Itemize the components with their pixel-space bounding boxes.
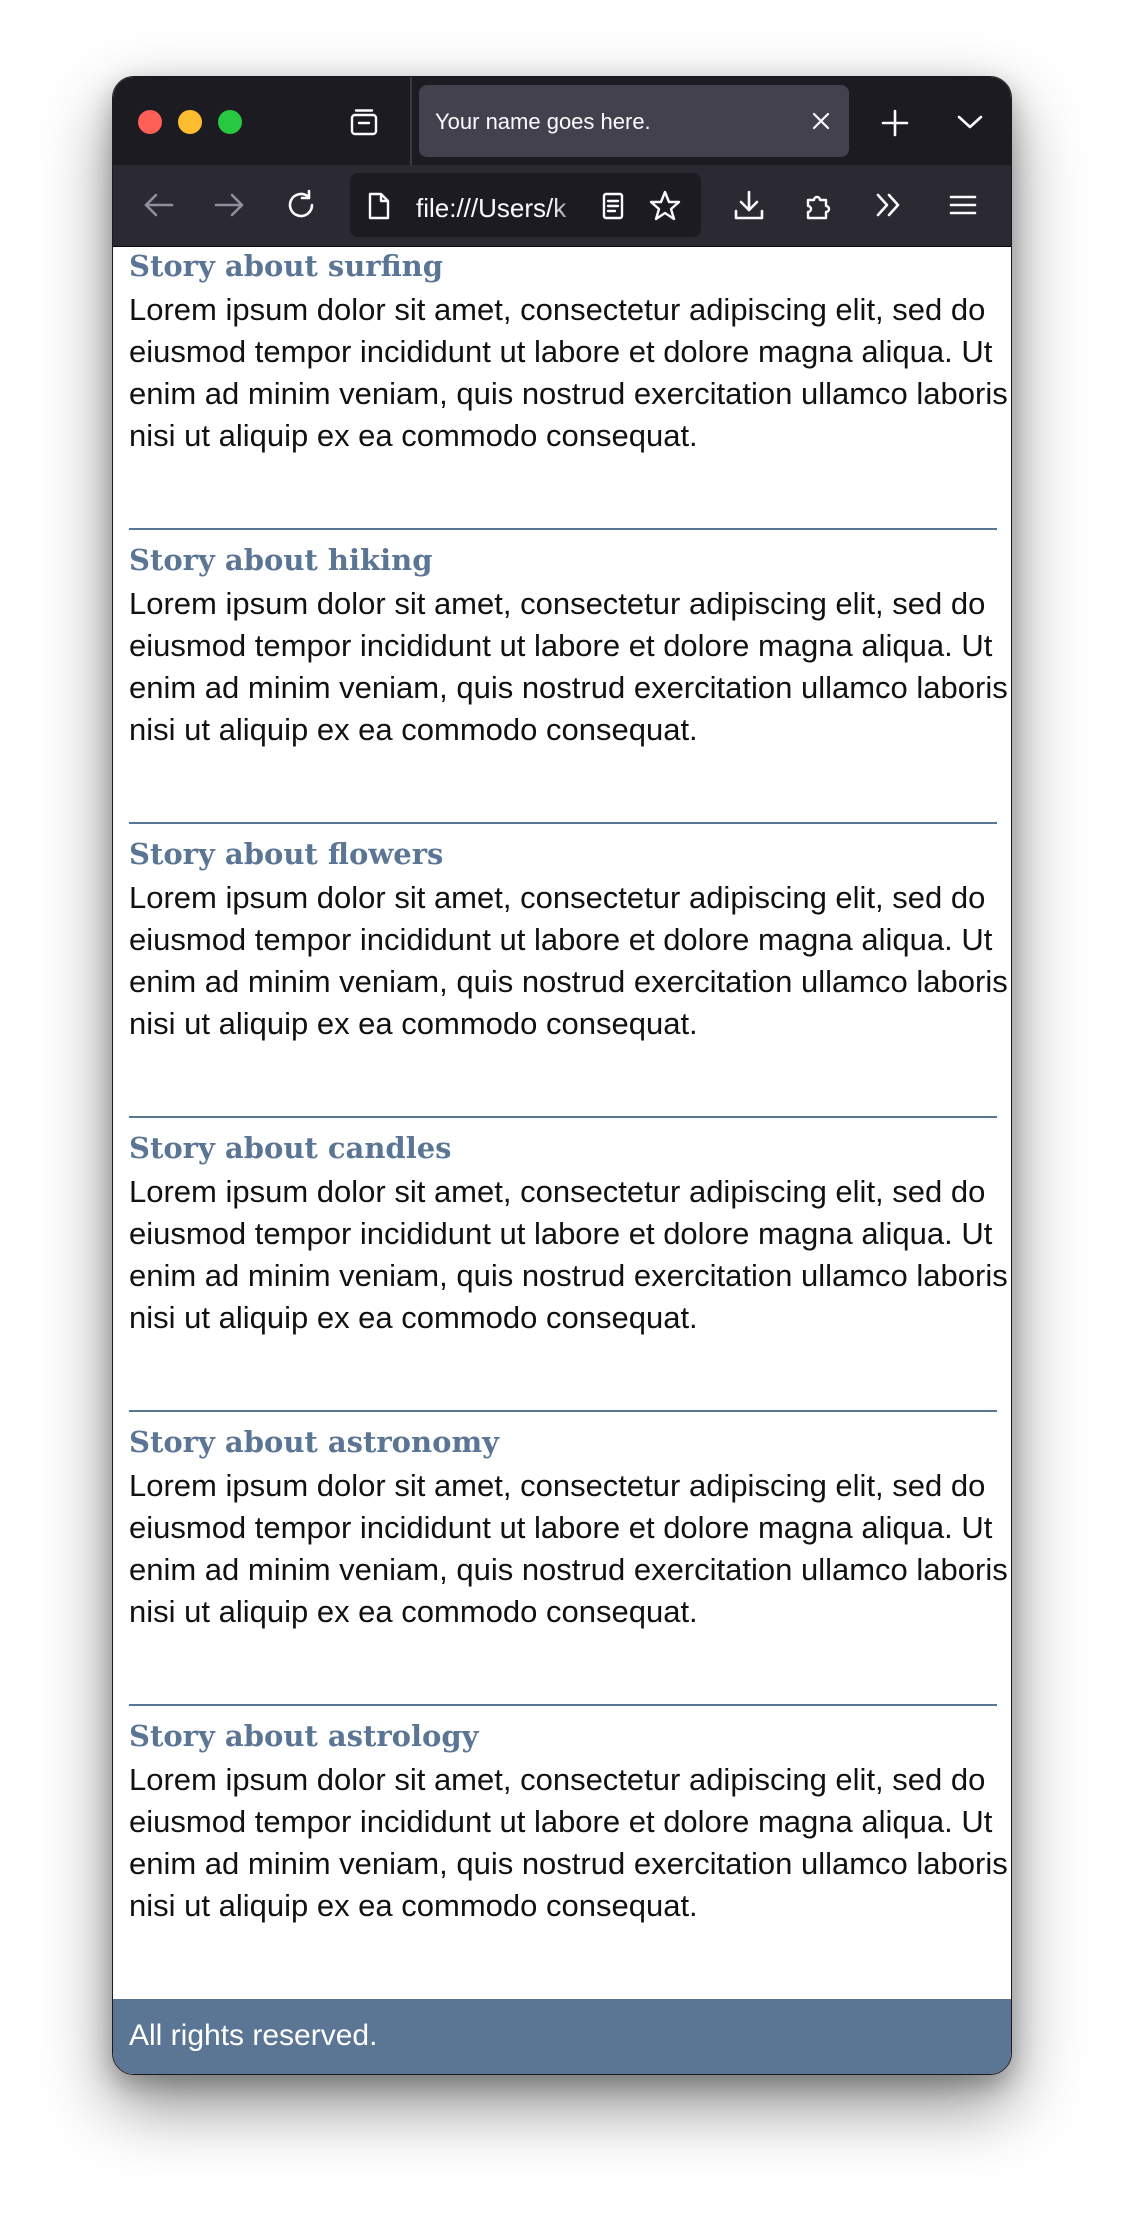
reload-icon[interactable] <box>281 185 321 225</box>
story-body: Lorem ipsum dolor sit amet, consectetur … <box>129 1762 1008 1923</box>
story-divider <box>129 822 997 824</box>
story-divider <box>129 528 997 530</box>
story-title: Story about astronomy <box>129 1425 499 1459</box>
active-tab[interactable]: Your name goes here. <box>419 85 849 157</box>
extensions-icon[interactable] <box>799 185 839 225</box>
story-title: Story about astrology <box>129 1719 479 1753</box>
url-text: file:///Users/k <box>416 193 567 223</box>
window-minimize-button[interactable] <box>178 110 202 134</box>
story-divider <box>129 1410 997 1412</box>
story-body: Lorem ipsum dolor sit amet, consectetur … <box>129 880 1008 1041</box>
story-divider <box>129 1704 997 1706</box>
plus-icon[interactable] <box>877 105 913 141</box>
hamburger-menu-icon[interactable] <box>943 185 983 225</box>
story-body: Lorem ipsum dolor sit amet, consectetur … <box>129 1468 1008 1629</box>
forward-arrow-icon[interactable] <box>209 185 249 225</box>
page-footer: All rights reserved. <box>113 1999 1011 2074</box>
browser-window: Your name goes here. file:///Users/k Sto… <box>112 76 1012 2075</box>
close-icon[interactable] <box>809 109 833 133</box>
back-arrow-icon[interactable] <box>139 185 179 225</box>
story-title: Story about candles <box>129 1131 452 1165</box>
stage: Your name goes here. file:///Users/k Sto… <box>0 0 1124 2224</box>
footer-text: All rights reserved. <box>129 2019 378 2052</box>
chevron-down-icon[interactable] <box>955 107 985 137</box>
story-body: Lorem ipsum dolor sit amet, consectetur … <box>129 586 1008 747</box>
overflow-chevrons-icon[interactable] <box>869 185 909 225</box>
nav-bar: file:///Users/k <box>113 165 1011 247</box>
url-bar[interactable]: file:///Users/k <box>350 173 701 237</box>
story-body: Lorem ipsum dolor sit amet, consectetur … <box>129 1174 1008 1335</box>
page-icon <box>366 191 392 226</box>
tab-title: Your name goes here. <box>435 109 651 134</box>
tabs-icon[interactable] <box>347 105 381 139</box>
star-icon[interactable] <box>648 189 682 228</box>
story-body: Lorem ipsum dolor sit amet, consectetur … <box>129 292 1008 453</box>
window-close-button[interactable] <box>138 110 162 134</box>
page-content: Story about surfing Lorem ipsum dolor si… <box>113 247 1011 1999</box>
story-title: Story about flowers <box>129 837 444 871</box>
tab-separator <box>410 77 412 165</box>
window-maximize-button[interactable] <box>218 110 242 134</box>
reader-mode-icon[interactable] <box>600 191 626 226</box>
tab-bar: Your name goes here. <box>113 77 1011 165</box>
story-title: Story about surfing <box>129 249 444 283</box>
story-title: Story about hiking <box>129 543 433 577</box>
download-icon[interactable] <box>729 185 769 225</box>
story-divider <box>129 1116 997 1118</box>
